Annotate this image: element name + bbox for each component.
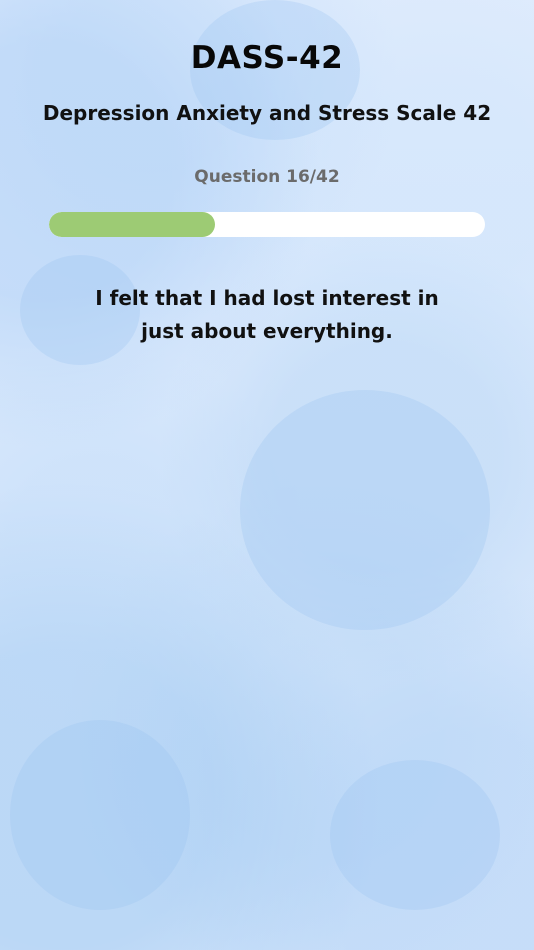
quiz-screen: DASS-42 Depression Anxiety and Stress Sc…	[0, 0, 534, 950]
progress-fill	[49, 212, 216, 237]
question-text: I felt that I had lost interest in just …	[95, 286, 439, 343]
app-subtitle: Depression Anxiety and Stress Scale 42	[42, 101, 492, 125]
question-counter: Question 16/42	[194, 167, 340, 187]
app-title: DASS-42	[190, 40, 344, 76]
progress-bar	[49, 212, 485, 237]
